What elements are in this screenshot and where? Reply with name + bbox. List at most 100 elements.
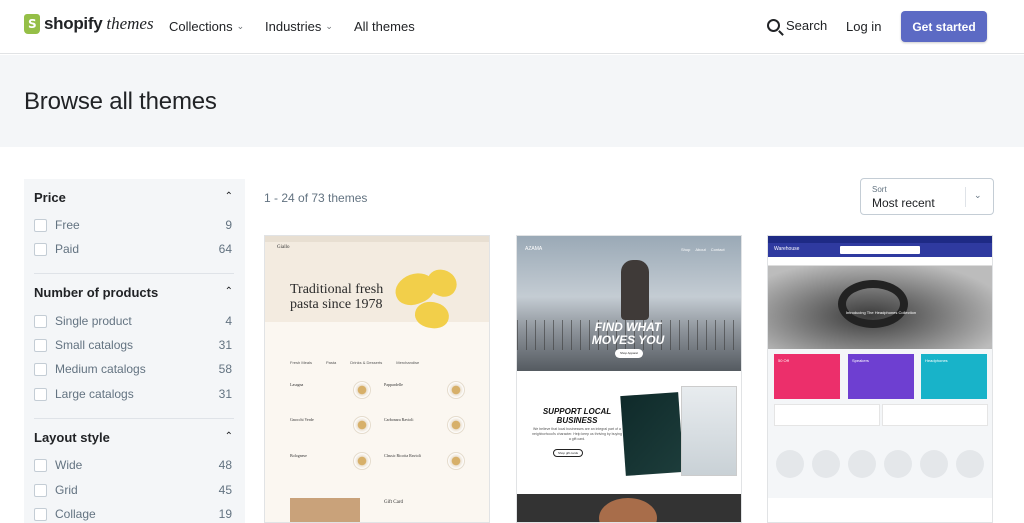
theme-card[interactable]: AZAMA Shop About Contact FIND WHAT MOVES… (516, 235, 742, 523)
theme-preview-brand: AZAMA (525, 246, 543, 252)
theme-card[interactable]: Warehouse Introducing The Headphones Col… (767, 235, 993, 523)
results-count: 1 - 24 of 73 themes (264, 191, 368, 205)
category-circle (956, 450, 984, 478)
chevron-up-icon[interactable]: ⌃ (225, 286, 233, 297)
shopify-themes-logo[interactable]: shopify themes (24, 14, 154, 34)
theme-preview-brands-row (768, 498, 992, 522)
promo-tile: Headphones (921, 354, 987, 399)
menu-item: Bolognese (290, 453, 307, 458)
theme-preview-tab: Fresh Meals (290, 360, 313, 365)
nav-industries-label: Industries (265, 19, 322, 34)
divider (34, 418, 234, 419)
menu-item: Lasagna (290, 382, 304, 387)
gift-card-label: Gift Card (384, 500, 404, 505)
filter-option-count: 4 (225, 314, 232, 328)
sort-value: Most recent (872, 196, 935, 210)
filter-option-count: 58 (218, 362, 232, 376)
promo-label: 50 Off (778, 358, 789, 363)
storefront-image (681, 386, 737, 476)
checkbox[interactable] (34, 507, 47, 521)
logo-word-themes: themes (106, 14, 154, 33)
divider (34, 273, 234, 274)
filter-option-label: Medium catalogs (55, 362, 146, 376)
product-tile (774, 404, 880, 426)
theme-preview-search (840, 246, 920, 254)
nav-industries[interactable]: Industries ⌄ (265, 19, 333, 34)
category-circle (848, 450, 876, 478)
filter-option-label: Collage (55, 507, 96, 521)
filter-option-label: Grid (55, 483, 78, 497)
filter-option-small-catalogs[interactable]: Small catalogs 31 (34, 338, 232, 352)
chevron-up-icon[interactable]: ⌃ (225, 431, 233, 442)
sort-select[interactable]: Sort Most recent ⌄ (860, 178, 994, 215)
filter-layout-title[interactable]: Layout style (34, 430, 110, 445)
nav-all-themes[interactable]: All themes (354, 19, 415, 34)
chevron-up-icon[interactable]: ⌃ (225, 191, 233, 202)
chevron-down-icon: ⌄ (236, 21, 245, 31)
checkbox[interactable] (34, 218, 47, 232)
category-circle (920, 450, 948, 478)
filter-option-medium-catalogs[interactable]: Medium catalogs 58 (34, 362, 232, 376)
person-image (621, 260, 649, 320)
filter-option-count: 48 (218, 458, 232, 472)
theme-preview-brand: Warehouse (774, 246, 800, 252)
filter-option-wide[interactable]: Wide 48 (34, 458, 232, 472)
nav-collections-label: Collections (169, 19, 233, 34)
filter-option-large-catalogs[interactable]: Large catalogs 31 (34, 387, 232, 401)
filter-option-label: Wide (55, 458, 83, 472)
checkbox[interactable] (34, 458, 47, 472)
filter-option-label: Paid (55, 242, 80, 256)
checkbox[interactable] (34, 338, 47, 352)
dish-image (447, 452, 465, 470)
theme-preview-announcement-bar (768, 236, 992, 243)
menu-item: Classic Ricotta Ravioli (384, 453, 421, 458)
filter-option-paid[interactable]: Paid 64 (34, 242, 232, 256)
category-circle (776, 450, 804, 478)
search-button[interactable]: Search (767, 18, 827, 33)
menu-item: Pappardelle (384, 382, 403, 387)
theme-preview-nav-item: Shop (681, 247, 691, 252)
filter-option-label: Free (55, 218, 80, 232)
sort-label: Sort (872, 185, 887, 194)
filter-option-free[interactable]: Free 9 (34, 218, 232, 232)
theme-preview-headline: Traditional fresh pasta since 1978 (290, 282, 384, 312)
theme-preview-cta: Shop Apparel (615, 349, 643, 358)
checkbox[interactable] (34, 314, 47, 328)
gift-card-image (620, 392, 684, 476)
menu-item: Gnocchi Verde (290, 417, 314, 422)
dish-image (353, 381, 371, 399)
nav-collections[interactable]: Collections ⌄ (169, 19, 244, 34)
filter-option-count: 31 (218, 338, 232, 352)
divider (965, 187, 966, 207)
chevron-down-icon: ⌄ (974, 190, 982, 200)
filter-products-title[interactable]: Number of products (34, 285, 158, 300)
theme-preview-brand: Giallo (277, 245, 290, 250)
theme-card[interactable]: Giallo Traditional fresh pasta since 197… (264, 235, 490, 523)
get-started-button[interactable]: Get started (901, 11, 987, 42)
search-label: Search (786, 18, 828, 33)
filter-price-title[interactable]: Price (34, 190, 66, 205)
promo-tile: Speakers (848, 354, 914, 399)
dish-image (447, 416, 465, 434)
page-title: Browse all themes (24, 88, 217, 115)
theme-preview-nav-item: About (695, 247, 706, 252)
checkbox[interactable] (34, 242, 47, 256)
dish-image (353, 416, 371, 434)
promo-label: Speakers (852, 358, 869, 363)
filter-option-count: 45 (218, 483, 232, 497)
theme-preview-nav: Shop About Contact (681, 247, 725, 252)
filter-sidebar: Price ⌃ Free 9 Paid 64 Number of product… (24, 179, 245, 523)
filter-option-collage[interactable]: Collage 19 (34, 507, 232, 521)
theme-preview-section-text: We believe that local businesses are an … (532, 427, 622, 441)
theme-preview-section-title: SUPPORT LOCAL BUSINESS (542, 407, 612, 425)
filter-option-label: Small catalogs (55, 338, 134, 352)
filter-option-grid[interactable]: Grid 45 (34, 483, 232, 497)
promo-label: Headphones (925, 358, 948, 363)
checkbox[interactable] (34, 362, 47, 376)
chevron-down-icon: ⌄ (325, 21, 333, 31)
filter-option-single-product[interactable]: Single product 4 (34, 314, 232, 328)
checkbox[interactable] (34, 483, 47, 497)
search-icon (767, 19, 780, 32)
login-link[interactable]: Log in (846, 19, 881, 34)
checkbox[interactable] (34, 387, 47, 401)
